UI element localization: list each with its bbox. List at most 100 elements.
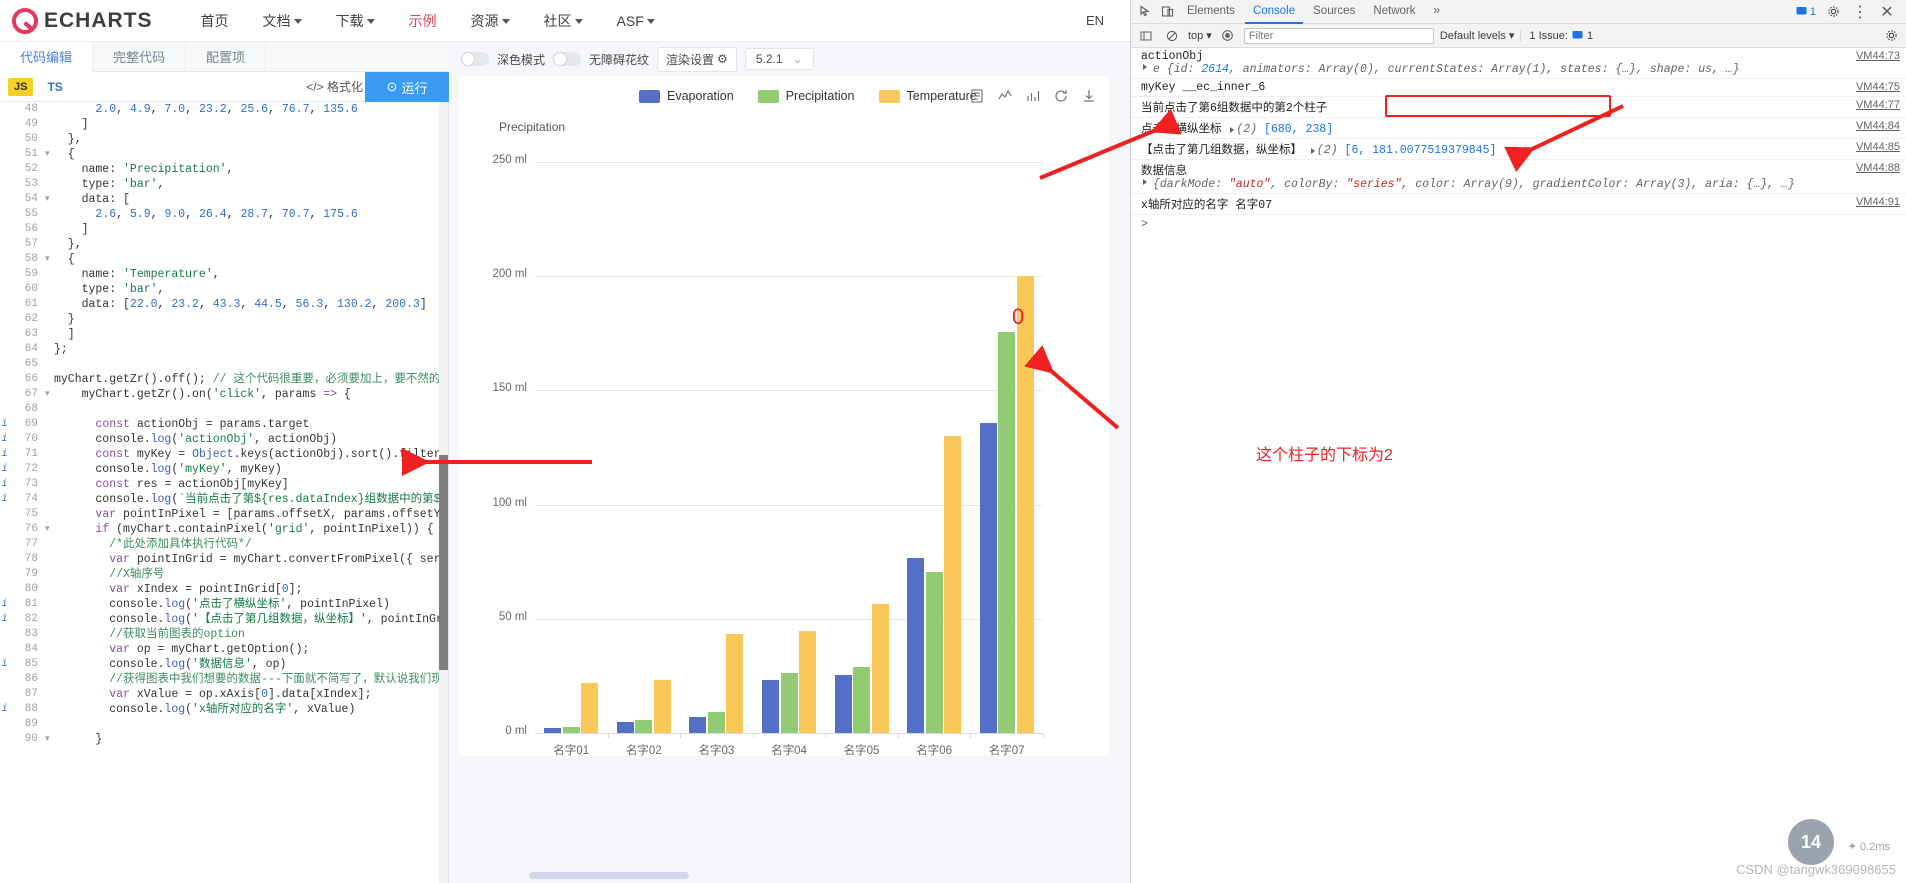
console-message[interactable]: 点击了横纵坐标 (2) [680, 238] VM44:84: [1131, 118, 1906, 139]
nav-item-docs[interactable]: 文档: [263, 11, 302, 31]
nav-item-asf[interactable]: ASF: [617, 13, 655, 29]
chart-bar[interactable]: [780, 672, 798, 733]
kebab-menu-icon[interactable]: ⋮: [1850, 3, 1870, 21]
code-line[interactable]: 83 //获取当前图表的option: [0, 627, 448, 642]
chart-bar[interactable]: [726, 634, 744, 733]
chart-bar[interactable]: [616, 721, 634, 733]
inspect-icon[interactable]: [1135, 3, 1155, 21]
code-line[interactable]: 64};: [0, 342, 448, 357]
fold-icon[interactable]: [45, 582, 54, 597]
fold-icon[interactable]: [45, 507, 54, 522]
fold-icon[interactable]: [45, 672, 54, 687]
chart-bar[interactable]: [1016, 275, 1034, 733]
code-line[interactable]: 77 /*此处添加具体执行代码*/: [0, 537, 448, 552]
fold-icon[interactable]: [45, 357, 54, 372]
language-switch[interactable]: EN: [1086, 13, 1104, 28]
code-line[interactable]: 89: [0, 717, 448, 732]
console-object-preview[interactable]: e {id: 2614, animators: Array(0), curren…: [1141, 63, 1901, 76]
code-line[interactable]: 90 ▾ }: [0, 732, 448, 747]
fold-icon[interactable]: ▾: [45, 252, 54, 267]
fold-icon[interactable]: [45, 612, 54, 627]
chart-bar[interactable]: [581, 682, 599, 733]
fold-icon[interactable]: [45, 282, 54, 297]
fold-icon[interactable]: ▾: [45, 387, 54, 402]
chart-bar[interactable]: [544, 728, 562, 733]
code-scrollbar-thumb[interactable]: [439, 455, 448, 670]
fold-icon[interactable]: [45, 297, 54, 312]
fold-icon[interactable]: [45, 537, 54, 552]
version-select[interactable]: 5.2.1 ⌄: [744, 48, 814, 70]
code-line[interactable]: i 69 const actionObj = params.target: [0, 417, 448, 432]
run-button[interactable]: ⊙ 运行: [365, 72, 449, 102]
fold-icon[interactable]: [45, 117, 54, 132]
code-line[interactable]: 52 name: 'Precipitation',: [0, 162, 448, 177]
code-line[interactable]: 84 var op = myChart.getOption();: [0, 642, 448, 657]
devtools-tab-network[interactable]: Network: [1365, 0, 1423, 24]
fold-icon[interactable]: ▾: [45, 732, 54, 747]
code-line[interactable]: 61 data: [22.0, 23.2, 43.3, 44.5, 56.3, …: [0, 297, 448, 312]
code-line[interactable]: i 81 console.log('点击了横纵坐标', pointInPixel): [0, 597, 448, 612]
chart-bar[interactable]: [635, 719, 653, 733]
console-source-link[interactable]: VM44:91: [1856, 196, 1900, 208]
console-message[interactable]: 数据信息 VM44:88 {darkMode: "auto", colorBy: "…: [1131, 160, 1906, 194]
code-line[interactable]: 50 },: [0, 132, 448, 147]
console-filter-input[interactable]: [1243, 27, 1434, 44]
fold-icon[interactable]: [45, 567, 54, 582]
code-line[interactable]: 68: [0, 402, 448, 417]
chart-bar[interactable]: [653, 680, 671, 733]
console-message[interactable]: x轴所对应的名字 名字07 VM44:91: [1131, 194, 1906, 215]
preview-scrollbar[interactable]: [529, 872, 689, 879]
chart-bar[interactable]: [907, 557, 925, 733]
code-line[interactable]: 63 ]: [0, 327, 448, 342]
eye-icon[interactable]: [1218, 27, 1238, 45]
expand-arrow-icon[interactable]: [1143, 179, 1147, 185]
code-line[interactable]: 58 ▾ {: [0, 252, 448, 267]
message-count-badge[interactable]: 1: [1796, 6, 1816, 18]
clear-console-icon[interactable]: [1162, 27, 1182, 45]
fold-icon[interactable]: ▾: [45, 192, 54, 207]
fold-icon[interactable]: ▾: [45, 522, 54, 537]
console-object-preview[interactable]: {darkMode: "auto", colorBy: "series", co…: [1141, 178, 1901, 191]
nav-item-download[interactable]: 下载: [336, 11, 375, 31]
devtools-tab-sources[interactable]: Sources: [1305, 0, 1363, 24]
lang-ts-button[interactable]: TS: [47, 80, 62, 94]
fold-icon[interactable]: [45, 132, 54, 147]
code-line[interactable]: 54 ▾ data: [: [0, 192, 448, 207]
code-line[interactable]: 56 ]: [0, 222, 448, 237]
fold-icon[interactable]: [45, 432, 54, 447]
code-line[interactable]: i 85 console.log('数据信息', op): [0, 657, 448, 672]
chart-bar[interactable]: [998, 331, 1016, 733]
fold-icon[interactable]: [45, 642, 54, 657]
chart-plot-area[interactable]: 0 ml 50 ml 100 ml 150 ml 200 ml 250 ml 名字01 名字0…: [459, 76, 1109, 757]
fold-icon[interactable]: [45, 657, 54, 672]
fold-icon[interactable]: [45, 222, 54, 237]
lang-js-button[interactable]: JS: [8, 77, 34, 96]
fold-icon[interactable]: [45, 342, 54, 357]
fold-icon[interactable]: [45, 687, 54, 702]
devtools-tab-more[interactable]: »: [1426, 0, 1448, 24]
tab-options[interactable]: 配置项: [186, 42, 267, 71]
code-line[interactable]: 86 //获得图表中我们想要的数据---下面就不简写了，默认说我们现有2条: [0, 672, 448, 687]
fold-icon[interactable]: [45, 447, 54, 462]
gear-icon[interactable]: [1823, 3, 1843, 21]
code-line[interactable]: 57 },: [0, 237, 448, 252]
fold-icon[interactable]: [45, 162, 54, 177]
code-line[interactable]: i 88 console.log('x轴所对应的名字', xValue): [0, 702, 448, 717]
fold-icon[interactable]: [45, 372, 54, 387]
code-line[interactable]: i 72 console.log('myKey', myKey): [0, 462, 448, 477]
fold-icon[interactable]: [45, 717, 54, 732]
console-source-link[interactable]: VM44:73: [1856, 50, 1900, 62]
fold-icon[interactable]: [45, 477, 54, 492]
code-line[interactable]: 67 ▾ myChart.getZr().on('click', params =…: [0, 387, 448, 402]
code-line[interactable]: 79 //X轴序号: [0, 567, 448, 582]
nav-item-examples[interactable]: 示例: [409, 11, 437, 31]
code-line[interactable]: 76 ▾ if (myChart.containPixel('grid', poi…: [0, 522, 448, 537]
sidebar-icon[interactable]: [1136, 27, 1156, 45]
issues-button[interactable]: 1 Issue: 1: [1520, 29, 1593, 42]
console-source-link[interactable]: VM44:88: [1856, 162, 1900, 174]
execution-context-select[interactable]: top ▾: [1188, 29, 1212, 43]
code-line[interactable]: i 74 console.log(`当前点击了第${res.dataIndex}组…: [0, 492, 448, 507]
fold-icon[interactable]: [45, 597, 54, 612]
log-levels-select[interactable]: Default levels ▾: [1440, 29, 1515, 43]
fold-icon[interactable]: [45, 237, 54, 252]
